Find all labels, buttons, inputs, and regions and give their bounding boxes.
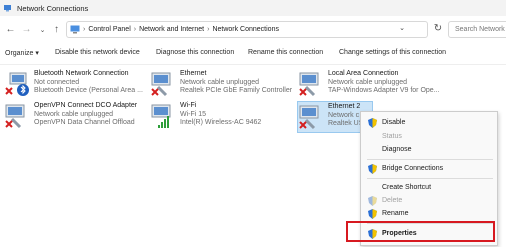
- connection-local-area[interactable]: Local Area Connection Network cable unpl…: [298, 69, 448, 105]
- menu-item-delete[interactable]: Delete: [361, 194, 497, 208]
- up-arrow-icon[interactable]: ↑: [48, 21, 65, 38]
- connection-name: Ethernet: [180, 70, 207, 77]
- menu-label: Diagnose: [382, 146, 412, 153]
- menu-label: Bridge Connections: [382, 165, 444, 172]
- command-bar: Organize ▾ Disable this network device D…: [0, 43, 506, 65]
- connection-device: TAP-Windows Adapter V9 for Ope...: [328, 87, 440, 94]
- connection-wifi[interactable]: Wi-Fi Wi-Fi 15 Intel(R) Wireless-AC 9462: [150, 101, 295, 137]
- disable-device-button[interactable]: Disable this network device: [55, 49, 140, 56]
- organize-button[interactable]: Organize ▾: [5, 49, 39, 57]
- connection-device: Realtek PCIe GbE Family Controller: [180, 87, 293, 94]
- connection-name: Wi-Fi: [180, 102, 197, 109]
- address-row: ← → ⌄ ↑ › Control Panel › Network and In…: [0, 16, 506, 43]
- refresh-icon[interactable]: ↻: [430, 20, 446, 36]
- wifi-adapter-icon: [151, 104, 171, 128]
- connection-device: Intel(R) Wireless-AC 9462: [180, 119, 262, 126]
- menu-item-bridge-connections[interactable]: Bridge Connections: [361, 162, 497, 176]
- breadcrumb-separator: ›: [83, 26, 86, 33]
- uac-shield-icon: [368, 209, 377, 219]
- connection-status: Not connected: [34, 78, 80, 86]
- connection-name: Local Area Connection: [328, 70, 399, 77]
- breadcrumb-network-connections[interactable]: Network Connections: [212, 26, 279, 33]
- menu-separator: [367, 178, 493, 179]
- rename-button[interactable]: Rename this connection: [248, 49, 323, 56]
- menu-separator: [367, 159, 493, 160]
- title-bar: Network Connections: [0, 0, 506, 16]
- connection-device: Realtek US: [328, 120, 364, 127]
- connection-device: Bluetooth Device (Personal Area ...: [34, 87, 143, 94]
- change-settings-button[interactable]: Change settings of this connection: [339, 49, 446, 56]
- bluetooth-adapter-icon: [5, 72, 29, 96]
- connection-name: Bluetooth Network Connection: [34, 70, 129, 77]
- network-connections-icon: [4, 5, 11, 12]
- connection-name: OpenVPN Connect DCO Adapter: [34, 102, 138, 109]
- address-bar[interactable]: › Control Panel › Network and Internet ›…: [66, 21, 428, 38]
- connection-status: Network cable unplugged: [328, 78, 407, 86]
- uac-shield-icon: [368, 196, 377, 206]
- window-title: Network Connections: [17, 3, 89, 13]
- control-panel-icon: [70, 25, 80, 34]
- menu-item-diagnose[interactable]: Diagnose: [361, 143, 497, 157]
- menu-label: Rename: [382, 210, 409, 217]
- connection-ethernet[interactable]: Ethernet Network cable unplugged Realtek…: [150, 69, 295, 105]
- connection-openvpn[interactable]: OpenVPN Connect DCO Adapter Network cabl…: [4, 101, 144, 137]
- menu-label: Status: [382, 133, 402, 140]
- openvpn-adapter-icon: [5, 104, 25, 129]
- connection-status: Wi-Fi 15: [180, 110, 207, 118]
- menu-item-rename[interactable]: Rename: [361, 207, 497, 221]
- ethernet-adapter-icon: [151, 72, 171, 97]
- connection-bluetooth[interactable]: Bluetooth Network Connection Not connect…: [4, 69, 144, 105]
- menu-label: Disable: [382, 119, 406, 126]
- properties-highlight-box: [346, 221, 495, 242]
- menu-item-create-shortcut[interactable]: Create Shortcut: [361, 181, 497, 195]
- menu-item-status[interactable]: Status: [361, 130, 497, 144]
- diagnose-button[interactable]: Diagnose this connection: [156, 49, 234, 56]
- uac-shield-icon: [368, 118, 377, 128]
- uac-shield-icon: [368, 164, 377, 174]
- connection-status: Network cable unplugged: [34, 110, 113, 118]
- search-input[interactable]: Search Network C: [448, 21, 506, 38]
- forward-arrow-icon[interactable]: →: [18, 21, 35, 38]
- breadcrumb-separator: ›: [207, 26, 210, 33]
- tap-adapter-icon: [299, 72, 319, 97]
- chevron-down-icon[interactable]: ⌄: [399, 24, 405, 32]
- connection-name: Ethernet 2: [328, 103, 361, 110]
- connection-status: Network cable unplugged: [180, 78, 259, 86]
- back-arrow-icon[interactable]: ←: [2, 21, 19, 38]
- connection-status: Network c: [328, 111, 360, 119]
- menu-label: Delete: [382, 197, 403, 204]
- connection-device: OpenVPN Data Channel Offload: [34, 119, 135, 126]
- menu-item-disable[interactable]: Disable: [361, 116, 497, 130]
- breadcrumb-network-internet[interactable]: Network and Internet: [139, 26, 204, 33]
- breadcrumb-control-panel[interactable]: Control Panel: [88, 26, 130, 33]
- breadcrumb-separator: ›: [133, 26, 137, 33]
- ethernet-adapter-icon: [299, 105, 319, 130]
- menu-label: Create Shortcut: [382, 184, 432, 191]
